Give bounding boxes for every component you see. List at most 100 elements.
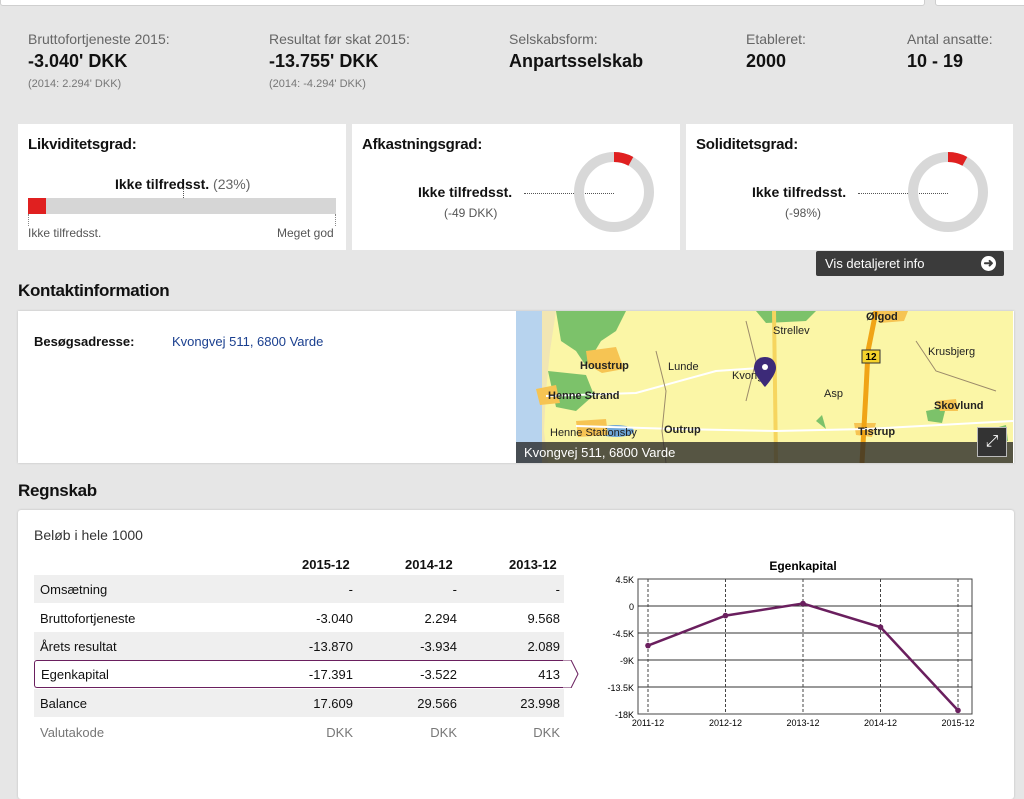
table-row-selected[interactable]: Egenkapital -17.391 -3.522 413 [34, 660, 564, 688]
kpi-label: Antal ansatte: [907, 31, 993, 47]
pointer-shape [563, 660, 579, 688]
y-tick-label: 0 [629, 602, 634, 612]
row-value: 2.294 [424, 611, 457, 626]
liquidity-bar-track [28, 198, 336, 214]
kpi-label: Resultat før skat 2015: [269, 31, 410, 47]
kpi-label: Etableret: [746, 31, 806, 47]
y-tick-label: -13.5K [607, 683, 634, 693]
donut-arc [947, 152, 968, 166]
kpi-value: 2000 [746, 51, 787, 71]
map-pin-dot [762, 364, 768, 370]
show-details-button[interactable]: Vis detaljeret info ➜ [816, 251, 1004, 276]
data-point [955, 707, 961, 714]
row-value: 2.089 [527, 639, 560, 654]
road [575, 420, 1013, 433]
expand-map-icon[interactable]: ⤢ [977, 427, 1007, 457]
map-label: Lunde [668, 361, 699, 373]
x-tick-label: 2014-12 [864, 718, 897, 728]
liquidity-marker [183, 188, 184, 198]
row-value: -13.870 [308, 639, 353, 654]
map-caption: Kvongvej 511, 6800 Varde [516, 442, 1013, 463]
map-graphic: 12 Strellev Ølgod Houstrup Lunde Kvong K… [516, 311, 1013, 463]
return-sub: (-49 DKK) [444, 206, 498, 220]
row-value: DKK [430, 725, 457, 740]
row-value: -17.391 [308, 667, 353, 682]
road-minor [745, 320, 757, 402]
kpi-label: Selskabsform: [509, 31, 598, 47]
x-tick-label: 2013-12 [786, 718, 819, 728]
route-number: 12 [865, 352, 877, 363]
row-label: Omsætning [40, 582, 108, 597]
table-row[interactable]: Balance 17.609 29.566 23.998 [34, 689, 564, 717]
liquidity-card: Likviditetsgrad: Ikke tilfredsst. (23%) … [18, 124, 346, 250]
liquidity-status: Ikke tilfredsst. [115, 176, 210, 192]
address-link[interactable]: Kvongvej 511, 6800 Varde [172, 334, 323, 349]
kpi-label: Bruttofortjeneste 2015: [28, 31, 170, 47]
row-value: - [452, 582, 457, 597]
col-header-2014: 2014-12 [405, 557, 453, 572]
row-value: DKK [533, 725, 560, 740]
bar-left-tick [28, 214, 29, 226]
kpi-gross-profit: Bruttofortjeneste 2015: -3.040' DKK (201… [28, 31, 170, 90]
row-value: 29.566 [417, 696, 457, 711]
map-label: Houstrup [580, 360, 629, 372]
show-details-label: Vis detaljeret info [825, 256, 925, 271]
contact-section-title: Kontaktinformation [18, 281, 170, 300]
map-label: Henne Strand [548, 390, 620, 402]
equity-chart: Egenkapital 4.5K0-4.5K-9K-13.5K-18K 2011… [607, 559, 975, 728]
row-value: -3.934 [420, 639, 457, 654]
donut-track [574, 152, 654, 232]
x-tick-label: 2015-12 [941, 718, 974, 728]
row-label: Bruttofortjeneste [40, 611, 136, 626]
table-row[interactable]: Omsætning - - - [34, 575, 564, 603]
x-tick-label: 2011-12 [632, 718, 664, 728]
kpi-result-before-tax: Resultat før skat 2015: -13.755' DKK (20… [269, 31, 410, 90]
donut-arc [613, 152, 634, 166]
forest-area [816, 415, 826, 429]
top-search-strip [0, 0, 1024, 8]
kpi-value: -3.040' DKK [28, 51, 128, 71]
donut-track [908, 152, 988, 232]
forest-area [756, 311, 816, 323]
solidity-donut [908, 152, 988, 232]
solidity-card: Soliditetsgrad: Ikke tilfredsst. (-98%) [686, 124, 1013, 250]
chart-grid [637, 578, 973, 715]
solidity-status: Ikke tilfredsst. [752, 184, 847, 200]
return-donut [574, 152, 654, 232]
search-button-edge[interactable] [935, 0, 1024, 6]
map[interactable]: 12 Strellev Ølgod Houstrup Lunde Kvong K… [516, 311, 1013, 463]
col-header-2015: 2015-12 [302, 557, 350, 572]
row-value: 17.609 [313, 696, 353, 711]
data-point [800, 600, 806, 607]
chart-y-ticks: 4.5K0-4.5K-9K-13.5K-18K [607, 575, 634, 720]
search-box-edge[interactable] [0, 0, 925, 6]
row-value: - [555, 582, 560, 597]
row-value: -3.040 [316, 611, 353, 626]
row-value: DKK [326, 725, 353, 740]
return-status: Ikke tilfredsst. [418, 184, 513, 200]
kpi-established: Etableret: 2000 [746, 31, 806, 72]
table-row[interactable]: Årets resultat -13.870 -3.934 2.089 [34, 632, 564, 660]
liquidity-high-label: Meget god [277, 226, 334, 240]
row-label: Årets resultat [40, 639, 117, 654]
data-point [722, 612, 729, 619]
map-label: Tistrup [858, 426, 895, 438]
kpi-value: -13.755' DKK [269, 51, 379, 71]
map-label: Skovlund [934, 400, 984, 412]
return-title: Afkastningsgrad: [362, 136, 483, 153]
map-label: Krusbjerg [928, 346, 975, 358]
row-value: -3.522 [420, 667, 457, 682]
row-label: Valutakode [40, 725, 105, 740]
row-value: 23.998 [520, 696, 560, 711]
chart-title: Egenkapital [769, 559, 836, 573]
kpi-value: Anpartsselskab [509, 51, 644, 71]
solidity-title: Soliditetsgrad: [696, 136, 799, 153]
row-label: Egenkapital [41, 667, 109, 682]
data-point [877, 624, 884, 630]
arrow-right-icon: ➜ [981, 256, 996, 271]
chart-x-ticks: 2011-12 2012-12 2013-12 2014-12 2015-12 [632, 718, 975, 728]
table-row[interactable]: Bruttofortjeneste -3.040 2.294 9.568 [34, 604, 564, 632]
map-label: Asp [824, 388, 843, 400]
kpi-company-form: Selskabsform: Anpartsselskab [509, 31, 643, 72]
kpi-employees: Antal ansatte: 10 - 19 [907, 31, 993, 72]
